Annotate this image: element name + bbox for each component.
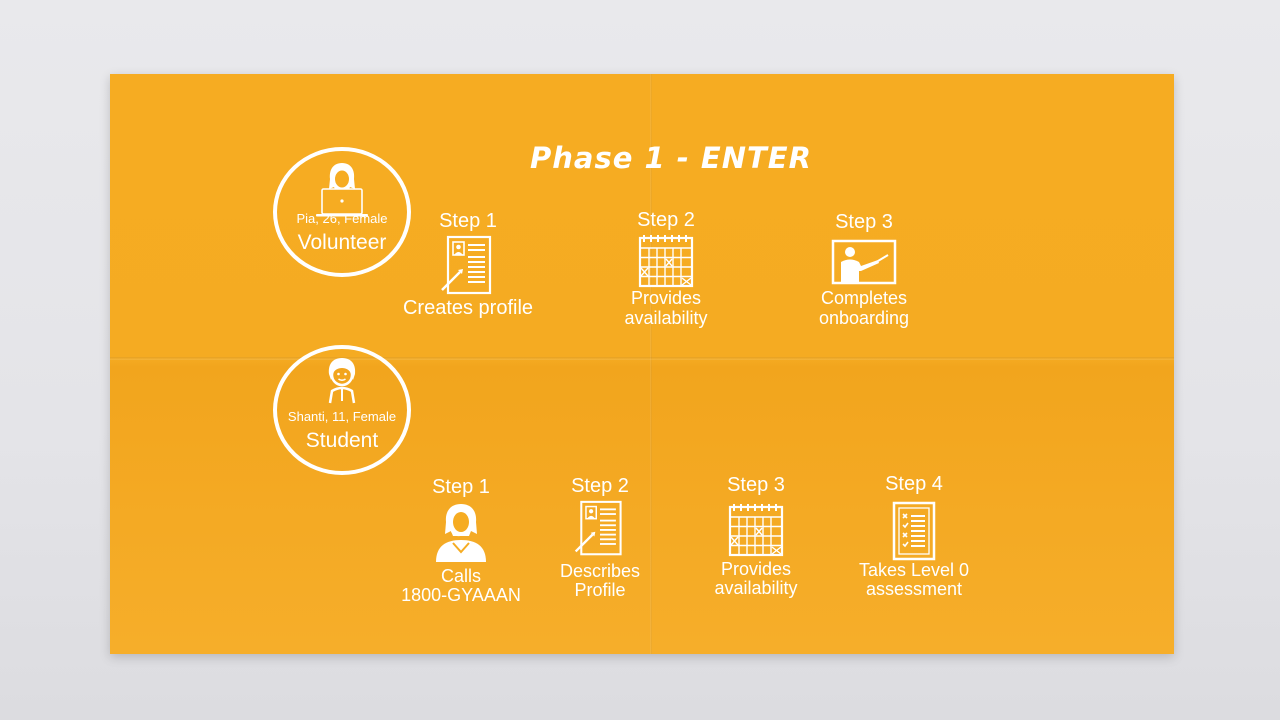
volunteer-step-3: Step 3 Completes onboarding — [794, 210, 934, 328]
profile-document-icon — [441, 235, 492, 295]
student-step-1-label: Calls 1800-GYAAAN — [401, 566, 521, 605]
call-center-agent-icon — [436, 504, 486, 562]
volunteer-step-2-number: Step 2 — [637, 209, 695, 231]
student-step-2: Step 2 Describes Profile — [540, 474, 660, 600]
teacher-board-icon — [831, 239, 897, 285]
profile-document-icon — [574, 500, 622, 556]
student-step-4: Step 4 Takes Level 0 assessment — [842, 472, 986, 599]
student-step-4-number: Step 4 — [885, 473, 943, 495]
woman-laptop-icon — [316, 163, 368, 217]
girl-student-icon — [328, 358, 356, 404]
student-step-3-label: Provides availability — [714, 559, 798, 598]
phase-title: Phase 1 - ENTER — [530, 141, 812, 175]
student-step-1: Step 1 Calls 1800-GYAAAN — [391, 475, 531, 605]
student-step-3-number: Step 3 — [727, 474, 785, 496]
paper-fold-horizontal — [110, 357, 1174, 360]
student-step-2-number: Step 2 — [571, 475, 629, 497]
student-persona: Shanti, 11, Female Student — [273, 345, 411, 475]
student-role: Student — [305, 429, 379, 452]
student-step-2-label: Describes Profile — [559, 561, 641, 600]
student-step-4-label: Takes Level 0 assessment — [858, 560, 970, 599]
student-step-1-number: Step 1 — [432, 476, 490, 498]
volunteer-step-3-label: Completes onboarding — [818, 288, 910, 328]
checklist-icon — [892, 501, 936, 561]
calendar-icon — [728, 504, 784, 557]
volunteer-step-1: Step 1 Creates profile — [388, 209, 548, 319]
volunteer-step-1-label: Creates profile — [402, 297, 534, 319]
volunteer-step-1-number: Step 1 — [439, 210, 497, 232]
calendar-icon — [638, 235, 694, 288]
student-meta: Shanti, 11, Female — [287, 409, 397, 424]
volunteer-step-2: Step 2 Provides availability — [596, 208, 736, 328]
volunteer-step-3-number: Step 3 — [835, 211, 893, 233]
student-step-3: Step 3 Provides availability — [686, 473, 826, 598]
volunteer-step-2-label: Provides availability — [624, 288, 708, 328]
